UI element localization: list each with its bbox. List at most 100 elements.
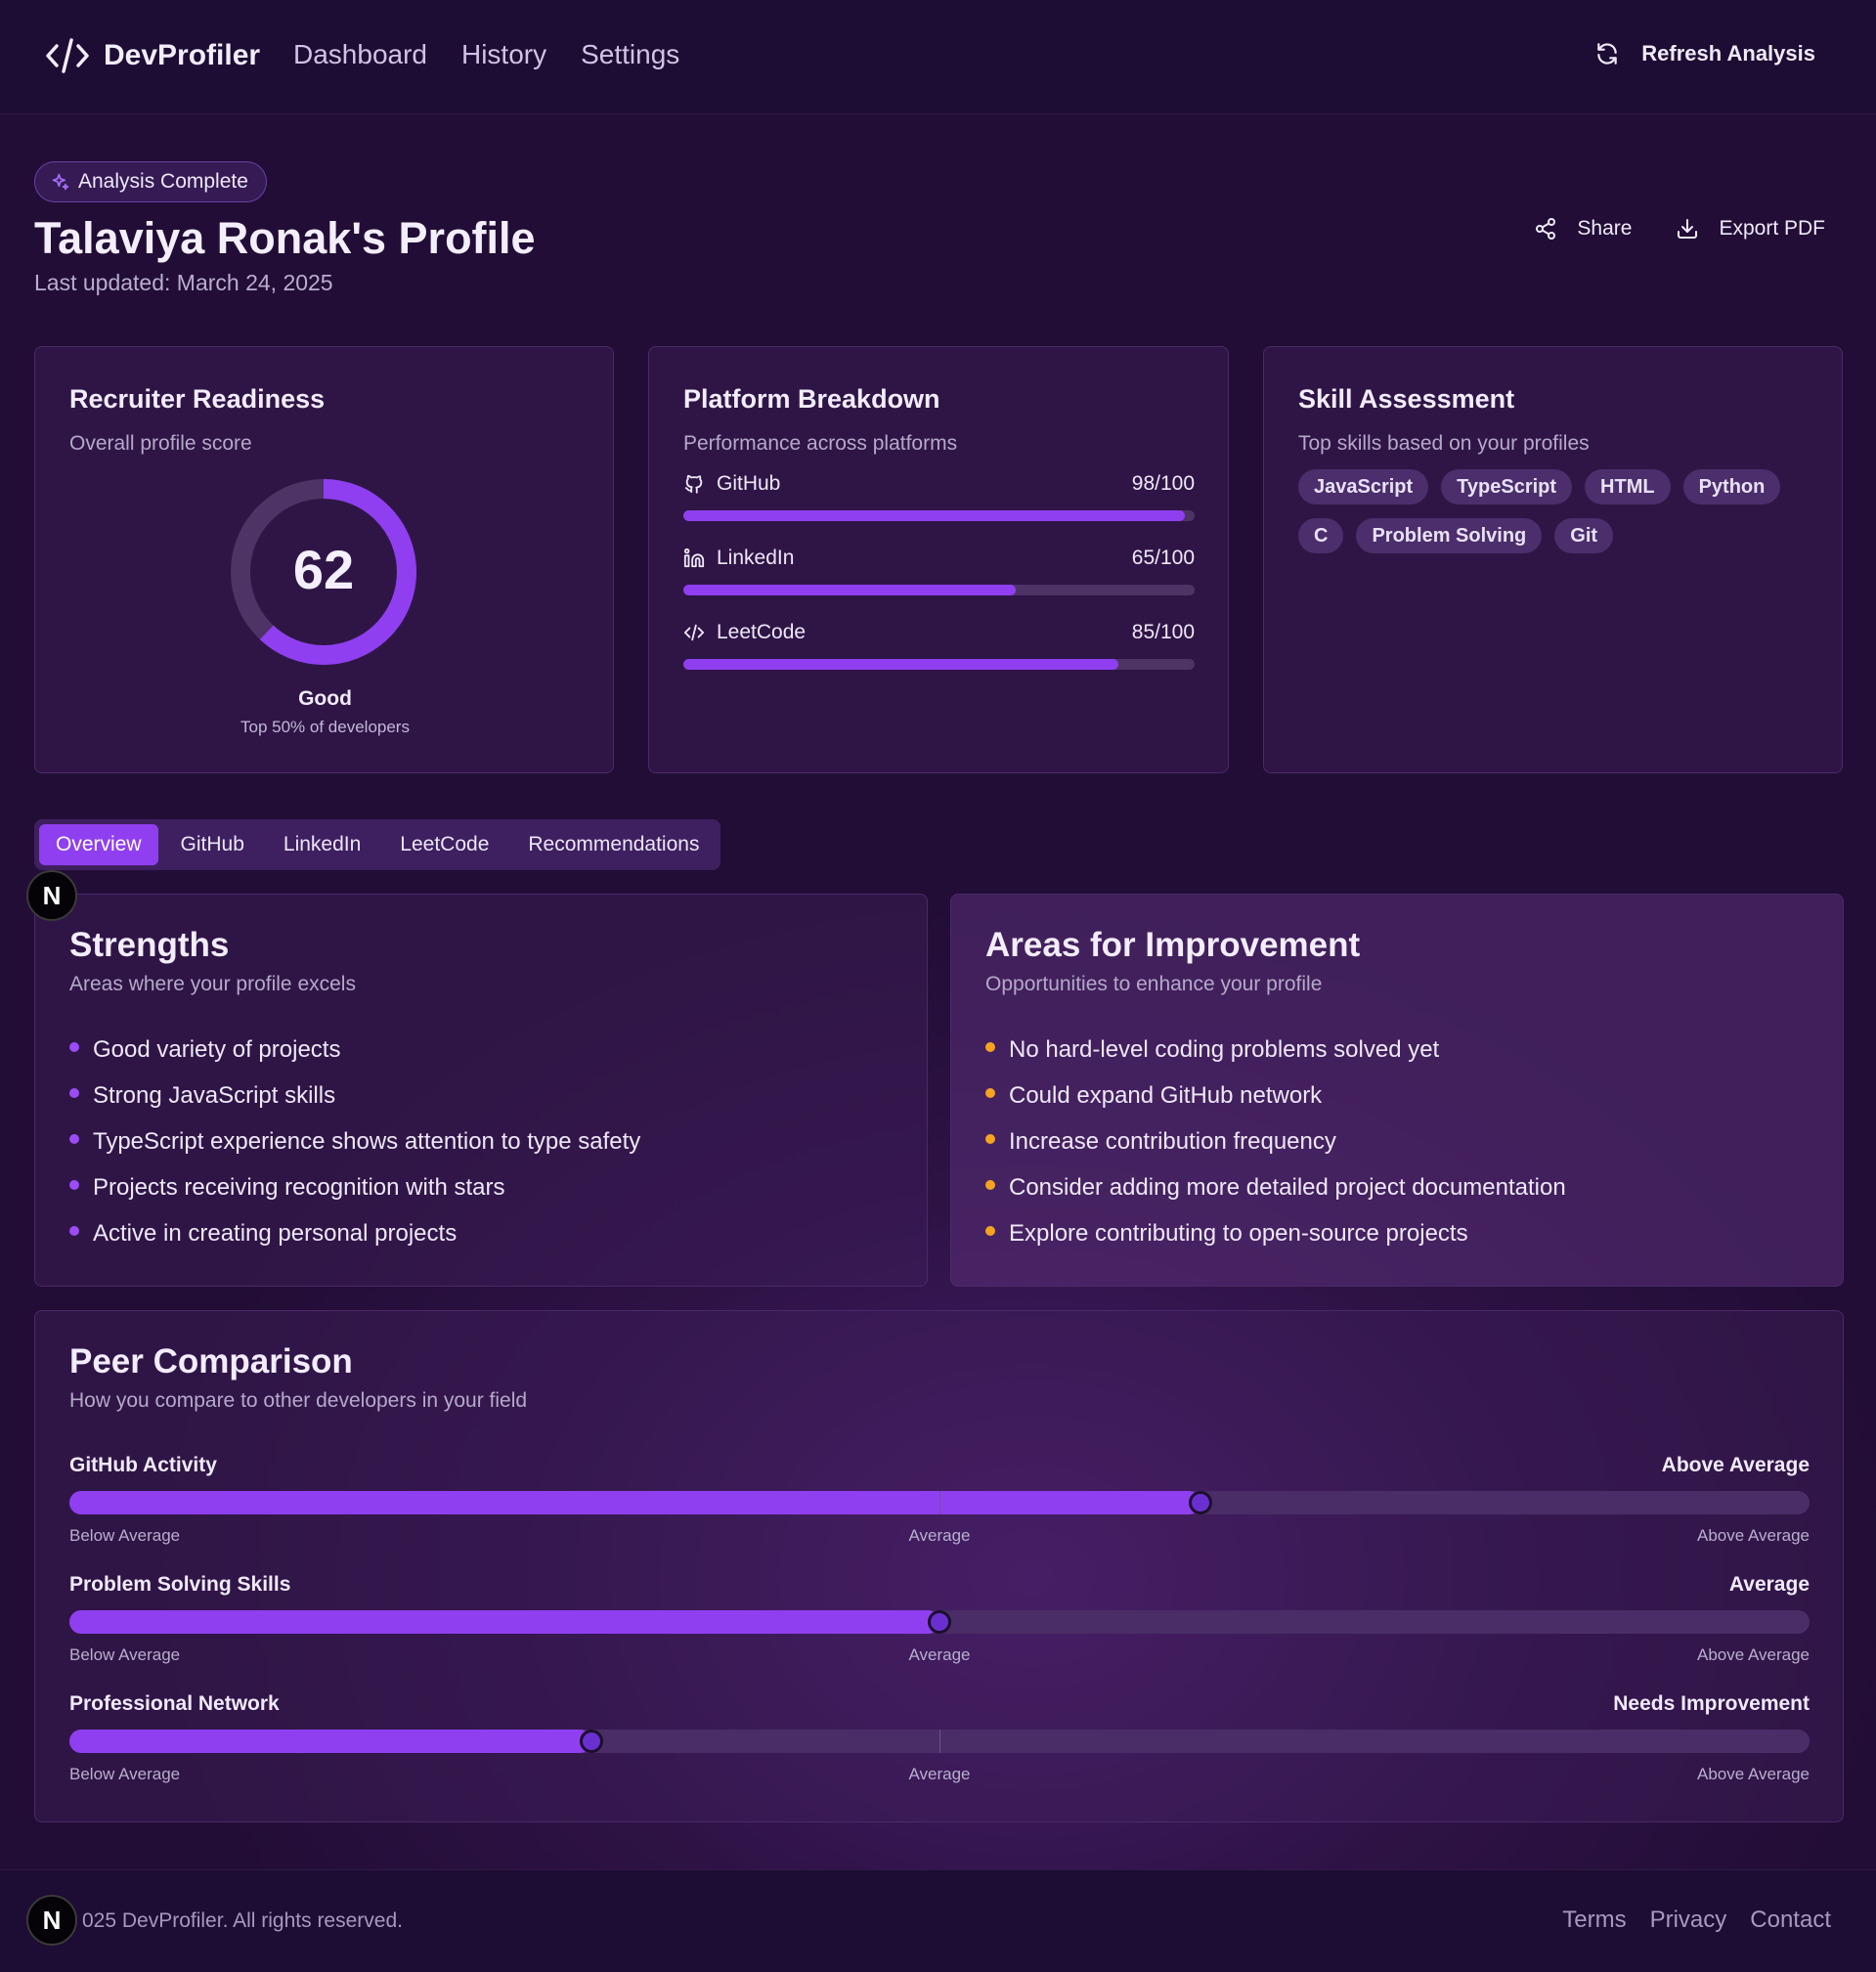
- platform-progress-fill: [683, 585, 1016, 595]
- page-footer: 025 DevProfiler. All rights reserved. Te…: [0, 1869, 1876, 1972]
- card-title: Platform Breakdown: [683, 384, 940, 414]
- nextjs-dev-indicator-icon[interactable]: N: [26, 870, 77, 921]
- tab-github[interactable]: GitHub: [164, 824, 261, 865]
- card-title: Strengths: [69, 926, 230, 964]
- card-subtitle: Areas where your profile excels: [69, 973, 356, 995]
- code-icon: [683, 624, 705, 641]
- peer-comparison-fill: [69, 1610, 939, 1634]
- peer-scale: Below Average Average Above Average: [69, 1645, 1810, 1667]
- tab-leetcode[interactable]: LeetCode: [383, 824, 505, 865]
- peer-metric-problem-solving: Problem Solving Skills Average Below Ave…: [69, 1573, 1810, 1667]
- peer-comparison-bar: [69, 1730, 1810, 1753]
- platform-progress-track: [683, 585, 1195, 595]
- peer-metric-name: Problem Solving Skills: [69, 1573, 291, 1596]
- footer-link-terms[interactable]: Terms: [1562, 1906, 1626, 1934]
- refresh-analysis-button[interactable]: Refresh Analysis: [1594, 41, 1815, 66]
- status-badge: Analysis Complete: [34, 161, 267, 202]
- list-item: Explore contributing to open-source proj…: [985, 1220, 1566, 1266]
- average-marker: [939, 1491, 940, 1514]
- peer-position-marker: [1189, 1491, 1212, 1514]
- peer-metric-rating: Above Average: [1661, 1454, 1810, 1476]
- tab-overview[interactable]: Overview: [39, 824, 158, 865]
- platform-row-github: GitHub 98/100: [683, 472, 1195, 521]
- card-subtitle: Overall profile score: [69, 432, 252, 455]
- refresh-label: Refresh Analysis: [1641, 41, 1815, 66]
- list-item: Active in creating personal projects: [69, 1220, 640, 1266]
- platform-name: GitHub: [717, 472, 781, 495]
- tab-linkedin[interactable]: LinkedIn: [267, 824, 377, 865]
- skill-chip-list: JavaScript TypeScript HTML Python C Prob…: [1298, 469, 1816, 553]
- refresh-icon: [1597, 43, 1618, 65]
- platform-score: 98/100: [1131, 472, 1195, 495]
- list-item: TypeScript experience shows attention to…: [69, 1128, 640, 1174]
- sparkle-icon: [52, 173, 69, 191]
- list-item: Strong JavaScript skills: [69, 1082, 640, 1128]
- platform-progress-track: [683, 510, 1195, 521]
- scale-mid-label: Average: [908, 1765, 971, 1783]
- platform-progress-track: [683, 659, 1195, 670]
- scale-low-label: Below Average: [69, 1765, 181, 1783]
- brand-logo[interactable]: DevProfiler: [45, 37, 260, 74]
- peer-comparison-card: Peer Comparison How you compare to other…: [34, 1310, 1844, 1822]
- peer-comparison-fill: [69, 1491, 1200, 1514]
- peer-comparison-bar: [69, 1491, 1810, 1514]
- platform-score: 85/100: [1131, 621, 1195, 643]
- peer-comparison-fill: [69, 1730, 591, 1753]
- skill-chip: JavaScript: [1298, 469, 1429, 504]
- improvements-list: No hard-level coding problems solved yet…: [985, 1036, 1566, 1266]
- peer-metric-rating: Needs Improvement: [1613, 1692, 1810, 1715]
- card-subtitle: How you compare to other developers in y…: [69, 1389, 528, 1412]
- copyright-text: 025 DevProfiler. All rights reserved.: [82, 1909, 403, 1932]
- list-item: Projects receiving recognition with star…: [69, 1174, 640, 1220]
- peer-metric-rating: Average: [1728, 1573, 1810, 1596]
- score-rank: Top 50% of developers: [240, 718, 410, 736]
- card-title: Recruiter Readiness: [69, 384, 326, 414]
- peer-comparison-bar: [69, 1610, 1810, 1634]
- github-icon: [684, 474, 703, 494]
- peer-position-marker: [580, 1730, 603, 1753]
- scale-low-label: Below Average: [69, 1526, 181, 1545]
- peer-metric-name: GitHub Activity: [69, 1454, 217, 1476]
- nav-settings[interactable]: Settings: [581, 39, 679, 70]
- top-nav-bar: DevProfiler Dashboard History Settings R…: [0, 0, 1876, 114]
- platform-progress-fill: [683, 510, 1185, 521]
- average-marker: [939, 1730, 940, 1753]
- platform-progress-fill: [683, 659, 1118, 670]
- footer-link-contact[interactable]: Contact: [1750, 1906, 1831, 1934]
- card-subtitle: Opportunities to enhance your profile: [985, 973, 1323, 995]
- scale-high-label: Above Average: [1697, 1765, 1810, 1783]
- list-item: Could expand GitHub network: [985, 1082, 1566, 1128]
- platform-row-linkedin: LinkedIn 65/100: [683, 547, 1195, 595]
- tab-recommendations[interactable]: Recommendations: [511, 824, 716, 865]
- nextjs-dev-indicator-icon[interactable]: N: [26, 1895, 77, 1946]
- scale-high-label: Above Average: [1697, 1526, 1810, 1545]
- platform-score: 65/100: [1131, 547, 1195, 569]
- platform-row-leetcode: LeetCode 85/100: [683, 621, 1195, 670]
- download-icon: [1678, 219, 1698, 239]
- list-item: Consider adding more detailed project do…: [985, 1174, 1566, 1220]
- skill-chip: Problem Solving: [1356, 518, 1543, 553]
- strengths-list: Good variety of projects Strong JavaScri…: [69, 1036, 640, 1266]
- code-brackets-icon: [46, 38, 89, 73]
- last-updated: Last updated: March 24, 2025: [34, 270, 333, 295]
- skill-assessment-card: Skill Assessment Top skills based on you…: [1263, 346, 1843, 773]
- main-nav: Dashboard History Settings: [293, 39, 679, 70]
- footer-link-privacy[interactable]: Privacy: [1650, 1906, 1727, 1934]
- score-value: 62: [292, 539, 355, 600]
- peer-metric-professional-network: Professional Network Needs Improvement B…: [69, 1692, 1810, 1786]
- nav-dashboard[interactable]: Dashboard: [293, 39, 427, 70]
- skill-chip: TypeScript: [1441, 469, 1573, 504]
- improvements-card: Areas for Improvement Opportunities to e…: [950, 894, 1844, 1287]
- skill-chip: Python: [1682, 469, 1781, 504]
- peer-metric-github-activity: GitHub Activity Above Average Below Aver…: [69, 1454, 1810, 1548]
- scale-mid-label: Average: [908, 1526, 971, 1545]
- peer-scale: Below Average Average Above Average: [69, 1526, 1810, 1548]
- analysis-tabs: Overview GitHub LinkedIn LeetCode Recomm…: [34, 819, 721, 870]
- share-button[interactable]: Share: [1534, 217, 1632, 241]
- peer-position-marker: [928, 1610, 951, 1634]
- card-subtitle: Performance across platforms: [683, 432, 958, 455]
- export-pdf-button[interactable]: Export PDF: [1676, 217, 1825, 241]
- nav-history[interactable]: History: [461, 39, 546, 70]
- share-icon: [1536, 218, 1556, 240]
- list-item: Increase contribution frequency: [985, 1128, 1566, 1174]
